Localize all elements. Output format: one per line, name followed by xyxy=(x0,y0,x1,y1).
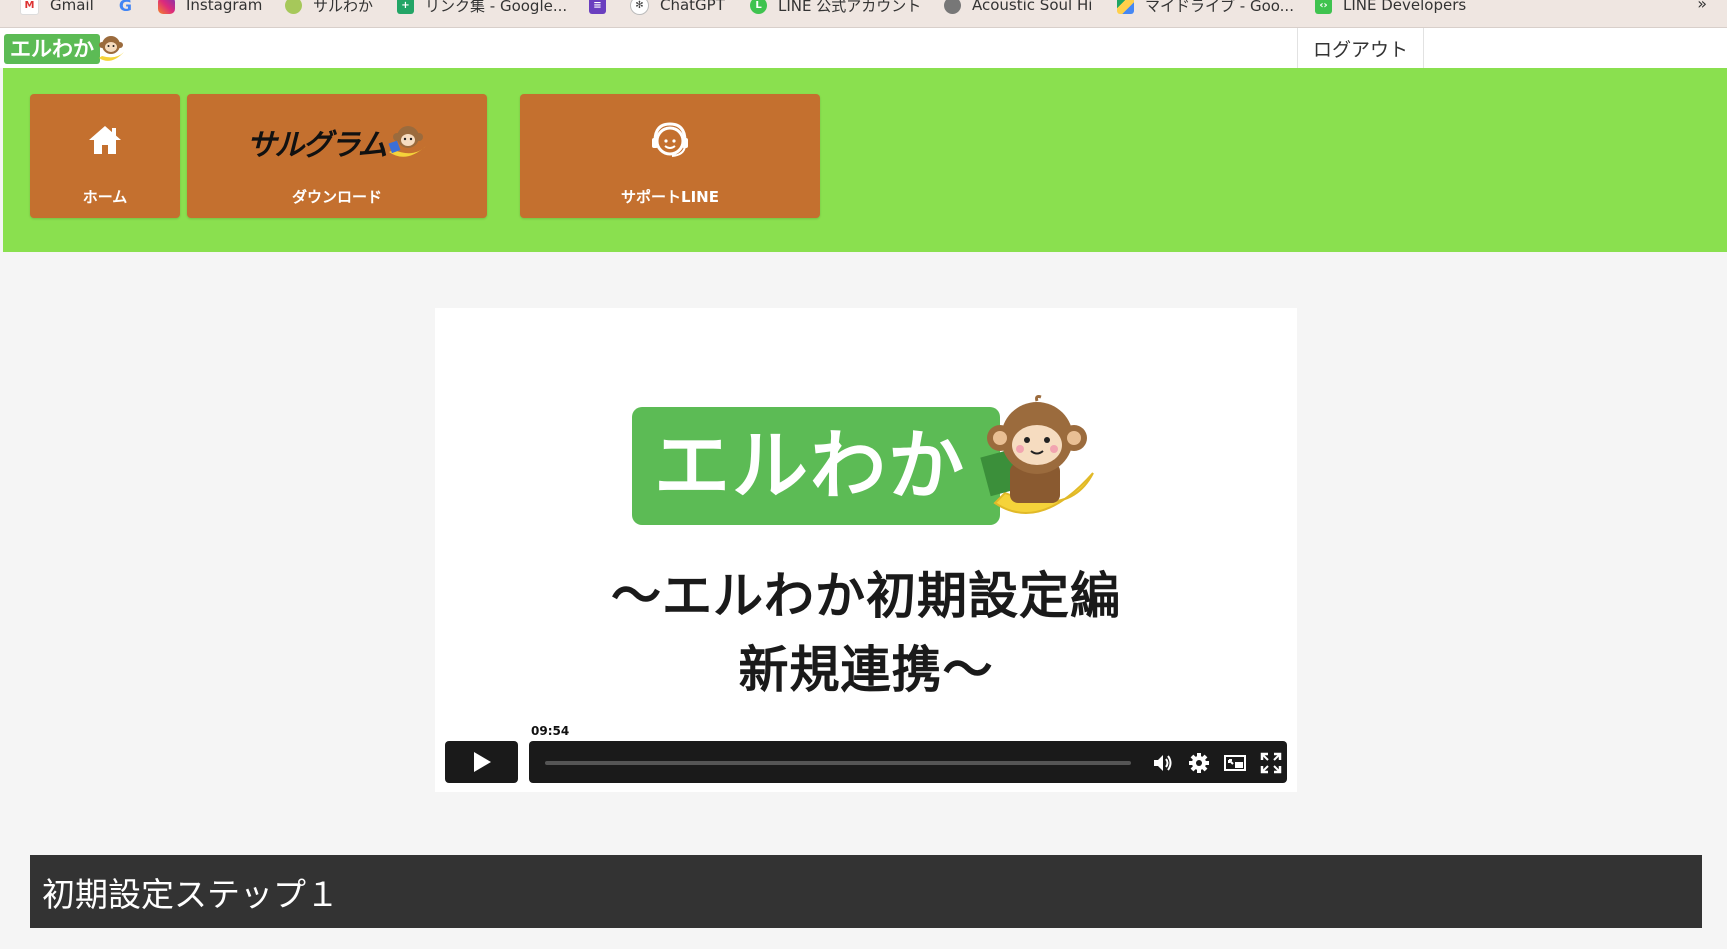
nav-support-line-label: サポートLINE xyxy=(621,188,719,206)
headset-support-icon xyxy=(652,122,688,157)
seek-slider[interactable] xyxy=(545,761,1131,765)
bookmark-line-official[interactable]: L LINE 公式アカウント xyxy=(750,0,921,16)
gmail-icon: M xyxy=(20,0,39,15)
google-icon: G xyxy=(118,0,133,15)
line-icon: L xyxy=(750,0,767,14)
monkey-mascot-icon xyxy=(99,36,124,61)
saruwaka-icon xyxy=(285,0,302,14)
bookmarks-bar: M Gmail G Instagram サルわか + リンク集 - Google… xyxy=(0,0,1727,28)
play-button[interactable] xyxy=(445,741,518,783)
logout-button[interactable]: ログアウト xyxy=(1297,28,1424,68)
bookmark-chatgpt[interactable]: ✻ ChatGPT xyxy=(630,0,725,16)
video-title-line1: 〜エルわか初期設定編 xyxy=(611,567,1121,625)
google-drive-icon xyxy=(1117,0,1134,14)
volume-icon[interactable] xyxy=(1151,751,1175,775)
nav-home-label: ホーム xyxy=(82,188,128,206)
video-title-line2: 新規連携〜 xyxy=(738,641,994,699)
nav-support-line-button[interactable]: サポートLINE xyxy=(520,94,820,218)
bookmarks-overflow-button[interactable]: » xyxy=(1697,0,1707,13)
bookmark-google-drive[interactable]: マイドライブ - Goo... xyxy=(1117,0,1294,16)
play-icon xyxy=(473,752,491,772)
bookmark-acoustic-soul[interactable]: Acoustic Soul Hi xyxy=(944,0,1092,16)
bookmark-gmail[interactable]: M Gmail xyxy=(20,0,94,16)
bookmark-label: リンク集 - Google... xyxy=(425,0,568,15)
monkey-mascot-icon xyxy=(388,126,426,157)
logo-text: エルわか xyxy=(4,34,100,64)
main-nav: ホーム サルグラム ダウンロード サポートLINE xyxy=(3,68,1727,252)
nav-home-button[interactable]: ホーム xyxy=(30,94,180,218)
video-logo: エルわか xyxy=(632,407,1000,525)
monkey-mascot-icon xyxy=(980,395,1094,514)
step-heading: 初期設定ステップ１ xyxy=(30,855,1702,928)
bookmark-forms[interactable]: ≡ xyxy=(589,0,617,16)
bookmark-label: Gmail xyxy=(50,0,94,14)
bookmark-label: LINE 公式アカウント xyxy=(778,0,922,15)
site-header: エルわか ログアウト xyxy=(0,28,1727,68)
bookmark-google[interactable]: G xyxy=(117,0,145,16)
video-controls: 09:54 xyxy=(445,723,1287,783)
sarugram-logo-text: サルグラム xyxy=(246,128,387,163)
acoustic-soul-icon xyxy=(944,0,961,14)
fullscreen-icon[interactable] xyxy=(1259,751,1283,775)
nav-download-label: ダウンロード xyxy=(291,188,382,206)
step-title: 初期設定ステップ１ xyxy=(42,874,339,914)
video-progress-bar: 09:54 xyxy=(527,723,1287,783)
video-duration: 09:54 xyxy=(527,723,574,739)
bookmark-label: ChatGPT xyxy=(660,0,725,14)
bookmark-label: LINE Developers xyxy=(1343,0,1467,14)
instagram-icon xyxy=(158,0,175,14)
home-icon xyxy=(89,126,121,154)
bookmark-label: マイドライブ - Goo... xyxy=(1145,0,1294,15)
google-sheets-icon: + xyxy=(397,0,414,14)
bookmark-label: Acoustic Soul Hi xyxy=(972,0,1093,14)
google-forms-icon: ≡ xyxy=(589,0,606,14)
line-developers-icon: ‹› xyxy=(1315,0,1332,14)
bookmark-label: サルわか xyxy=(313,0,374,15)
settings-gear-icon[interactable] xyxy=(1187,751,1211,775)
nav-download-button[interactable]: サルグラム ダウンロード xyxy=(187,94,487,218)
video-logo-text: エルわか xyxy=(654,421,966,510)
bookmark-label: Instagram xyxy=(186,0,263,14)
bookmark-link-list[interactable]: + リンク集 - Google... xyxy=(397,0,567,16)
bookmark-saruwaka[interactable]: サルわか xyxy=(285,0,373,16)
picture-in-picture-icon[interactable] xyxy=(1223,751,1247,775)
video-player[interactable]: エルわか 〜エルわか初期設定編 新規連携〜 09:54 xyxy=(435,308,1297,792)
chatgpt-icon: ✻ xyxy=(630,0,649,15)
bookmark-instagram[interactable]: Instagram xyxy=(158,0,262,16)
bookmark-line-developers[interactable]: ‹› LINE Developers xyxy=(1315,0,1466,16)
site-logo[interactable]: エルわか xyxy=(4,34,126,64)
